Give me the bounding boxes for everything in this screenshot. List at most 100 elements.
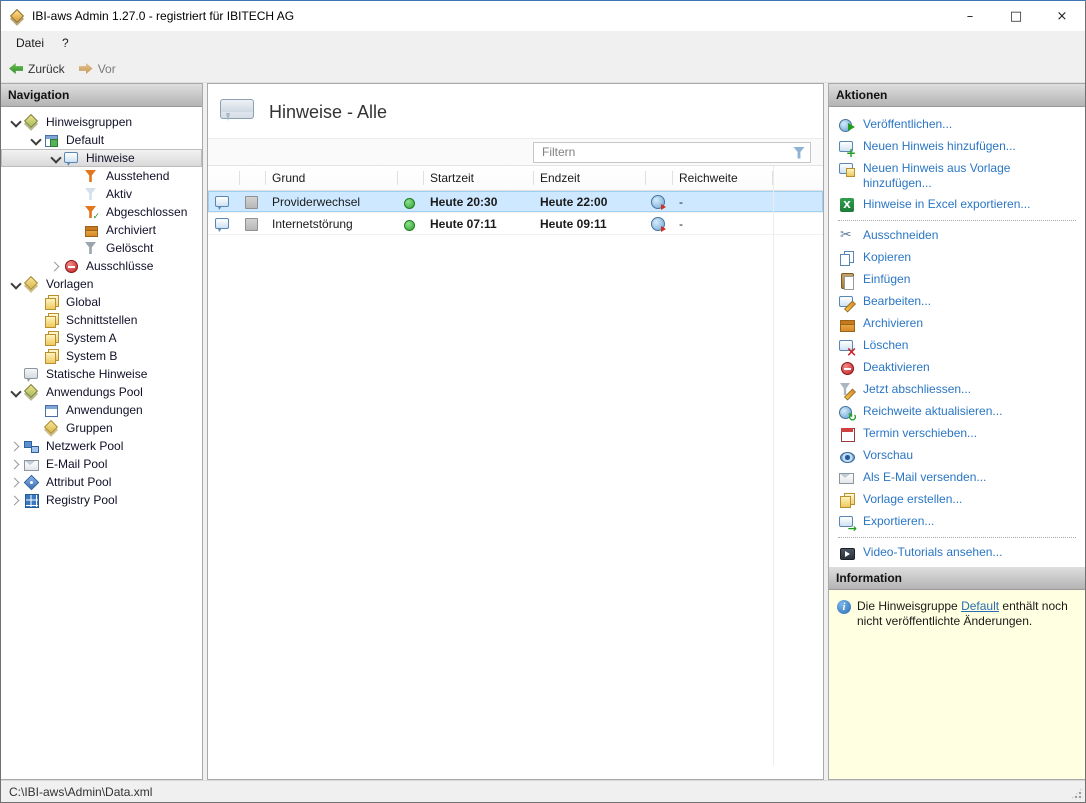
tree-item-anwendungs-pool[interactable]: Anwendungs Pool [1,383,202,401]
back-button[interactable]: Zurück [9,62,65,76]
tree-item-schnittstellen[interactable]: Schnittstellen [1,311,202,329]
minimize-button[interactable]: – [947,1,993,31]
tree-item-hinweise[interactable]: Hinweise [1,149,202,167]
col-header-reichweite[interactable]: Reichweite [673,166,773,190]
edit-pencil-icon [839,294,855,310]
tree-item-abgeschlossen[interactable]: Abgeschlossen [1,203,202,222]
col-header-endzeit[interactable]: Endzeit [534,166,646,190]
tree-item-system-b[interactable]: System B [1,347,202,365]
tree-item-vorlagen[interactable]: Vorlagen [1,275,202,293]
bubble-template-icon [839,161,855,177]
filter-deleted-icon [83,240,99,256]
action-bearbeiten[interactable]: Bearbeiten... [829,291,1085,313]
col-header-type-icon[interactable] [208,166,240,190]
hints-table: Grund Startzeit Endzeit Reichweite Provi… [208,166,823,779]
tree-item-email-pool[interactable]: E-Mail Pool [1,455,202,473]
tree-item-ausstehend[interactable]: Ausstehend [1,167,202,185]
archive-box-icon [839,316,855,332]
tree-item-gruppen[interactable]: Gruppen [1,419,202,437]
action-loeschen[interactable]: Löschen [829,335,1085,359]
action-neuen-hinweis-aus-vorlage[interactable]: Neuen Hinweis aus Vorlage hinzufügen... [829,158,1085,194]
close-button[interactable]: × [1039,1,1085,31]
action-neuen-hinweis-hinzufuegen[interactable]: Neuen Hinweis hinzufügen... [829,136,1085,159]
group-window-icon [43,132,59,148]
tree-item-geloescht[interactable]: Gelöscht [1,239,202,257]
chevron-right-icon[interactable] [7,438,23,454]
chevron-down-icon[interactable] [7,276,23,292]
action-deaktivieren[interactable]: Deaktivieren [829,357,1085,379]
menu-bar: Datei ? [1,31,1085,55]
tree-item-global[interactable]: Global [1,293,202,311]
action-einfuegen[interactable]: Einfügen [829,269,1085,291]
tree-item-attribut-pool[interactable]: Attribut Pool [1,473,202,491]
chevron-down-icon[interactable] [7,114,23,130]
hint-bubble-icon [214,216,230,232]
chevron-right-icon[interactable] [7,456,23,472]
bubble-plus-icon [839,139,856,159]
chevron-right-icon[interactable] [47,258,63,274]
tree-item-statische-hinweise[interactable]: Statische Hinweise [1,365,202,383]
action-archivieren[interactable]: Archivieren [829,313,1085,335]
filter-active-icon [83,186,99,202]
action-reichweite-aktualisieren[interactable]: Reichweite aktualisieren... [829,401,1085,423]
action-video-tutorials[interactable]: Video-Tutorials ansehen... [829,542,1085,564]
tree-item-default[interactable]: Default [1,131,202,149]
archive-box-icon [83,222,99,238]
action-jetzt-abschliessen[interactable]: Jetzt abschliessen... [829,379,1085,401]
state-square-icon [243,216,259,232]
calendar-icon [839,426,855,442]
deactivate-icon [839,360,855,376]
tree-item-system-a[interactable]: System A [1,329,202,347]
actions-list: Veröffentlichen... Neuen Hinweis hinzufü… [829,107,1085,567]
col-header-state-icon[interactable] [240,166,266,190]
tree-item-ausschluesse[interactable]: Ausschlüsse [1,257,202,275]
table-row[interactable]: Internetstörung Heute 07:11 Heute 09:11 … [208,213,823,235]
tree-item-hinweisgruppen[interactable]: Hinweisgruppen [1,113,202,131]
chevron-down-icon[interactable] [27,132,43,148]
tree-item-registry-pool[interactable]: Registry Pool [1,491,202,509]
table-row[interactable]: Providerwechsel Heute 20:30 Heute 22:00 … [208,191,823,213]
col-header-scope[interactable] [646,166,673,190]
action-termin-verschieben[interactable]: Termin verschieben... [829,423,1085,445]
col-header-grund[interactable]: Grund [266,166,398,190]
action-vorschau[interactable]: Vorschau [829,445,1085,467]
refresh-globe-icon [839,404,857,423]
maximize-button[interactable]: □ [993,1,1039,31]
tree-item-archiviert[interactable]: Archiviert [1,221,202,239]
tree-item-aktiv[interactable]: Aktiv [1,185,202,203]
action-veroeffentlichen[interactable]: Veröffentlichen... [829,114,1085,136]
network-icon [23,438,39,454]
chevron-right-icon[interactable] [7,492,23,508]
action-als-email-versenden[interactable]: Als E-Mail versenden... [829,467,1085,489]
tree-item-anwendungen[interactable]: Anwendungen [1,401,202,419]
chevron-right-icon[interactable] [7,474,23,490]
actions-separator [838,220,1076,221]
col-header-startzeit[interactable]: Startzeit [424,166,534,190]
cell-endzeit: Heute 09:11 [540,216,607,231]
filter-input[interactable] [533,141,811,163]
resize-grip-icon[interactable] [1070,787,1083,800]
filter-row [208,138,823,166]
action-ausschneiden[interactable]: Ausschneiden [829,225,1085,247]
create-template-icon [839,492,855,508]
cell-grund: Internetstörung [272,216,353,231]
default-group-link[interactable]: Default [961,599,999,613]
chevron-down-icon[interactable] [7,384,23,400]
export-arrow-icon [839,514,857,534]
tree-item-netzwerk-pool[interactable]: Netzwerk Pool [1,437,202,455]
menu-datei[interactable]: Datei [7,33,53,53]
col-header-status[interactable] [398,166,424,190]
hints-page-icon [220,99,254,126]
action-kopieren[interactable]: Kopieren [829,247,1085,269]
menu-help[interactable]: ? [53,33,78,53]
action-exportieren[interactable]: Exportieren... [829,511,1085,534]
chevron-down-icon[interactable] [47,150,63,166]
action-vorlage-erstellen[interactable]: Vorlage erstellen... [829,489,1085,511]
cell-grund: Providerwechsel [272,194,361,209]
forward-button[interactable]: Vor [78,62,116,76]
action-excel-exportieren[interactable]: Hinweise in Excel exportieren... [829,194,1085,216]
